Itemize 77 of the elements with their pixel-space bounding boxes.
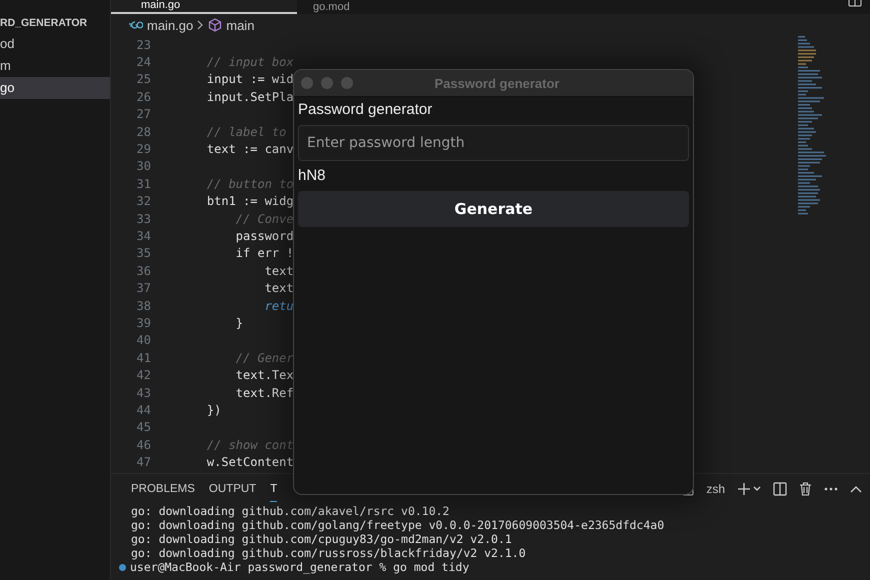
line-number: 34 — [136, 228, 151, 243]
line-number: 32 — [136, 194, 151, 208]
explorer-folder-title: RD_GENERATOR — [0, 17, 88, 31]
line-number: 29 — [136, 142, 151, 156]
line-number: 41 — [136, 350, 151, 365]
code-line: // input box — [206, 55, 294, 70]
terminal-prompt: user@MacBook-Air password_generator % go mod tidy — [130, 560, 470, 574]
code-line: }) — [206, 402, 222, 417]
line-number: 28 — [136, 124, 151, 139]
code-line: text — [264, 264, 294, 278]
editor-tab[interactable]: main.go — [111, 0, 297, 14]
line-number: 46 — [136, 438, 151, 452]
add-terminal-icon[interactable] — [737, 482, 761, 496]
code-line: } — [234, 316, 244, 330]
layout-icon[interactable] — [848, 0, 862, 8]
more-icon[interactable] — [824, 487, 838, 491]
line-number: 40 — [136, 333, 151, 348]
line-number: 43 — [136, 386, 151, 400]
line-number: 23 — [136, 38, 151, 52]
code-line: text.Ref — [234, 386, 294, 400]
line-number: 39 — [136, 316, 151, 330]
line-number: 26 — [136, 90, 151, 104]
line-number: 33 — [136, 212, 151, 226]
code-line: input := wid — [206, 72, 294, 86]
line-number: 38 — [136, 298, 151, 313]
code-line: btn1 := widg — [206, 194, 294, 208]
terminal-line: go: downloading github.com/russross/blackfriday/v2 v2.1.0 — [131, 546, 527, 560]
breadcrumb-symbol[interactable]: main — [226, 18, 254, 32]
line-number: 36 — [136, 264, 151, 278]
password-output: hN8 — [298, 167, 327, 185]
line-number: 35 — [136, 246, 151, 260]
panel-tab[interactable]: PROBLEMS — [131, 476, 195, 502]
heading-label: Password generator — [298, 101, 434, 119]
line-number: 45 — [136, 420, 151, 434]
cube-icon — [208, 18, 222, 32]
generate-button[interactable]: Generate — [298, 191, 689, 227]
panel-tab[interactable]: T — [270, 476, 278, 502]
code-line: text.Tex — [234, 368, 294, 382]
code-line: // label to — [206, 124, 286, 139]
line-number: 31 — [136, 176, 151, 191]
code-line: password — [234, 228, 294, 243]
go-file-icon — [129, 21, 143, 29]
chevron-right-icon — [197, 20, 204, 30]
shell-name[interactable]: zsh — [706, 482, 725, 496]
code-line: retu — [264, 298, 294, 313]
code-line: // show cont — [206, 438, 294, 452]
code-line: text — [264, 281, 294, 296]
terminal-line: go: downloading github.com/cpuguy83/go-md2man/v2 v2.0.1 — [131, 532, 513, 546]
terminal-line: go: downloading github.com/akavel/rsrc v0.10.2 — [131, 504, 450, 518]
line-number: 42 — [136, 368, 151, 382]
line-number: 47 — [136, 455, 151, 470]
code-line: input.SetPla — [206, 90, 294, 104]
line-number: 37 — [136, 281, 151, 296]
window-title: Password generator — [434, 76, 560, 90]
password-length-field[interactable]: Enter password length — [298, 125, 689, 161]
file-item[interactable]: go — [0, 77, 110, 99]
code-line: w.SetContent — [206, 455, 294, 470]
line-number: 24 — [136, 55, 151, 70]
prompt-dot-icon — [119, 564, 126, 570]
trash-icon[interactable] — [799, 482, 812, 496]
code-line: // button to — [206, 176, 294, 191]
code-line: // Conve — [234, 212, 294, 226]
file-item[interactable]: m — [0, 55, 110, 77]
line-number: 44 — [136, 402, 151, 417]
terminal-line: go: downloading github.com/golang/freetype v0.0.0-20170609003504-e2365dfdc4a0 — [131, 518, 666, 532]
code-line: // Gener — [234, 350, 294, 365]
code-line: if err ! — [234, 246, 294, 260]
code-line: text := canv — [206, 142, 294, 156]
file-item[interactable]: od — [0, 33, 110, 55]
editor-tab[interactable]: go.mod — [297, 1, 366, 14]
breadcrumb-file[interactable]: main.go — [147, 18, 194, 32]
line-number: 27 — [136, 107, 151, 122]
line-number: 30 — [136, 159, 151, 174]
split-icon[interactable] — [773, 482, 787, 496]
line-number: 25 — [136, 72, 151, 86]
panel-tab[interactable]: OUTPUT — [208, 476, 256, 502]
chevron-up-icon[interactable] — [850, 485, 862, 493]
